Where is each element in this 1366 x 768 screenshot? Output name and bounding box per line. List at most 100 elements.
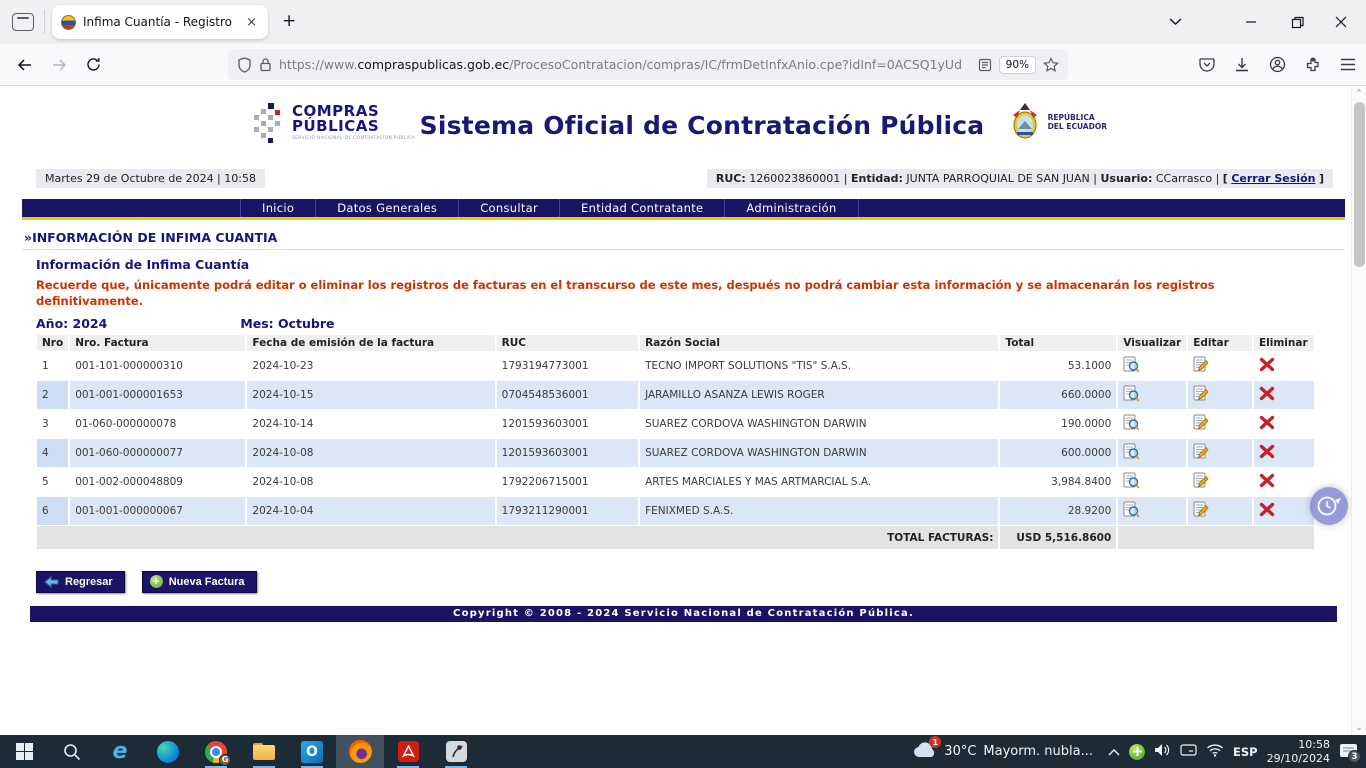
eliminar-icon[interactable] bbox=[1259, 473, 1275, 488]
separator: | bbox=[844, 172, 848, 185]
scroll-down-icon[interactable]: ⌄ bbox=[1352, 723, 1366, 733]
eliminar-icon[interactable] bbox=[1259, 357, 1275, 372]
page-title: Sistema Oficial de Contratación Pública bbox=[322, 111, 1082, 140]
cell-ruc: 1201593603001 bbox=[497, 439, 638, 467]
visualizar-icon[interactable] bbox=[1123, 472, 1140, 489]
datetime-box: Martes 29 de Octubre de 2024 | 10:58 bbox=[36, 169, 265, 188]
page-viewport: COMPRAS PÚBLICAS SERVICIO NACIONAL DE CO… bbox=[0, 87, 1366, 735]
menu-hamburger-icon[interactable] bbox=[1340, 58, 1356, 71]
info-row: Martes 29 de Octubre de 2024 | 10:58 RUC… bbox=[36, 169, 1333, 188]
site-footer: Copyright © 2008 - 2024 Servicio Naciona… bbox=[30, 606, 1337, 622]
editar-icon[interactable] bbox=[1193, 472, 1209, 489]
visualizar-icon[interactable] bbox=[1123, 414, 1140, 431]
scrollbar-thumb[interactable] bbox=[1354, 102, 1365, 267]
visualizar-icon[interactable] bbox=[1123, 356, 1140, 373]
header-razon: Razón Social bbox=[640, 335, 998, 351]
editar-icon[interactable] bbox=[1193, 356, 1209, 373]
scroll-up-icon[interactable]: ⌃ bbox=[1352, 89, 1366, 99]
zoom-level-badge[interactable]: 90% bbox=[999, 56, 1036, 74]
volume-icon[interactable] bbox=[1154, 742, 1171, 761]
bracket-open: [ bbox=[1223, 172, 1228, 185]
header-visualizar: Visualizar bbox=[1118, 335, 1186, 351]
downloads-icon[interactable] bbox=[1234, 57, 1250, 73]
menu-item-administracion[interactable]: Administración bbox=[725, 199, 858, 217]
account-icon[interactable] bbox=[1269, 56, 1286, 73]
tab-list-chevron-icon[interactable] bbox=[1158, 0, 1192, 44]
cast-display-icon[interactable] bbox=[1180, 742, 1197, 761]
url-bar[interactable]: https://www.compraspublicas.gob.ec/Proce… bbox=[228, 49, 1068, 80]
menu-item-datos-generales[interactable]: Datos Generales bbox=[316, 199, 459, 217]
taskbar-firefox[interactable] bbox=[336, 735, 384, 768]
menu-item-consultar[interactable]: Consultar bbox=[459, 199, 560, 217]
header-fecha: Fecha de emisión de la factura bbox=[247, 335, 494, 351]
extensions-icon[interactable] bbox=[1305, 57, 1321, 73]
new-tab-button[interactable]: + bbox=[282, 11, 296, 31]
eliminar-icon[interactable] bbox=[1259, 502, 1275, 517]
firefox-view-icon[interactable] bbox=[12, 13, 34, 31]
lock-icon[interactable] bbox=[259, 57, 272, 72]
editar-icon[interactable] bbox=[1193, 501, 1209, 518]
cell-ruc: 1201593603001 bbox=[497, 410, 638, 438]
search-icon bbox=[63, 743, 81, 761]
menu-item-inicio[interactable]: Inicio bbox=[240, 199, 316, 217]
reload-icon[interactable] bbox=[76, 50, 110, 80]
cell-nro: 5 bbox=[37, 468, 68, 496]
reader-mode-icon[interactable] bbox=[978, 58, 992, 72]
firefox-icon bbox=[349, 740, 372, 763]
cell-nro: 6 bbox=[37, 497, 68, 525]
total-row: TOTAL FACTURAS: USD 5,516.8600 bbox=[37, 526, 1314, 549]
antivirus-icon[interactable] bbox=[1129, 744, 1145, 760]
editar-icon[interactable] bbox=[1193, 385, 1209, 402]
minimize-button[interactable] bbox=[1234, 0, 1268, 44]
taskbar-search-button[interactable] bbox=[48, 735, 96, 768]
taskbar-bird-app[interactable] bbox=[432, 735, 480, 768]
total-facturas-label: TOTAL FACTURAS: bbox=[37, 526, 998, 549]
editar-icon[interactable] bbox=[1193, 443, 1209, 460]
menu-item-entidad-contratante[interactable]: Entidad Contratante bbox=[560, 199, 725, 217]
taskbar-clock[interactable]: 10:58 29/10/2024 bbox=[1267, 738, 1330, 766]
keyboard-language[interactable]: ESP bbox=[1233, 745, 1258, 759]
editar-icon[interactable] bbox=[1193, 414, 1209, 431]
eliminar-icon[interactable] bbox=[1259, 444, 1275, 459]
wifi-icon[interactable] bbox=[1206, 742, 1224, 761]
weather-widget[interactable]: 1 30°C Mayorm. nubla... bbox=[913, 741, 1093, 762]
back-icon[interactable] bbox=[8, 50, 42, 80]
browser-tab[interactable]: Infima Cuantía - Registro × bbox=[52, 5, 268, 39]
start-button[interactable] bbox=[0, 735, 48, 768]
tab-title: Infima Cuantía - Registro bbox=[83, 15, 237, 29]
nueva-factura-button[interactable]: + Nueva Factura bbox=[142, 571, 257, 593]
notification-center[interactable]: 3 bbox=[1339, 743, 1358, 760]
taskbar-internet-explorer[interactable]: e bbox=[96, 735, 144, 768]
visualizar-icon[interactable] bbox=[1123, 385, 1140, 402]
shield-icon[interactable] bbox=[237, 57, 252, 73]
back-arrow-icon bbox=[44, 576, 59, 588]
logo-pixels-icon bbox=[252, 101, 286, 145]
taskbar-edge[interactable] bbox=[144, 735, 192, 768]
forward-icon[interactable] bbox=[42, 50, 76, 80]
cell-fecha: 2024-10-08 bbox=[247, 468, 494, 496]
tab-close-icon[interactable]: × bbox=[244, 15, 259, 30]
cell-fecha: 2024-10-15 bbox=[247, 381, 494, 409]
regresar-button[interactable]: Regresar bbox=[36, 571, 125, 593]
user-label: Usuario: bbox=[1100, 172, 1152, 185]
floating-clock-widget[interactable] bbox=[1310, 487, 1348, 525]
visualizar-icon[interactable] bbox=[1123, 501, 1140, 518]
tray-chevron-icon[interactable] bbox=[1108, 745, 1120, 759]
taskbar-outlook[interactable]: O bbox=[288, 735, 336, 768]
restore-button[interactable] bbox=[1280, 0, 1314, 44]
bookmark-star-icon[interactable] bbox=[1043, 57, 1059, 72]
page-scrollbar[interactable]: ⌃ ⌄ bbox=[1351, 87, 1366, 735]
taskbar-file-explorer[interactable] bbox=[240, 735, 288, 768]
taskbar-acrobat[interactable] bbox=[384, 735, 432, 768]
close-window-button[interactable] bbox=[1324, 0, 1358, 44]
visualizar-icon[interactable] bbox=[1123, 443, 1140, 460]
entity-value: JUNTA PARROQUIAL DE SAN JUAN bbox=[906, 172, 1089, 185]
taskbar-chrome[interactable]: G bbox=[192, 735, 240, 768]
url-text[interactable]: https://www.compraspublicas.gob.ec/Proce… bbox=[279, 57, 971, 72]
eliminar-icon[interactable] bbox=[1259, 415, 1275, 430]
entity-label: Entidad: bbox=[851, 172, 903, 185]
logout-link[interactable]: Cerrar Sesión bbox=[1231, 172, 1315, 185]
pocket-icon[interactable] bbox=[1199, 57, 1215, 72]
cell-nro: 3 bbox=[37, 410, 68, 438]
eliminar-icon[interactable] bbox=[1259, 386, 1275, 401]
